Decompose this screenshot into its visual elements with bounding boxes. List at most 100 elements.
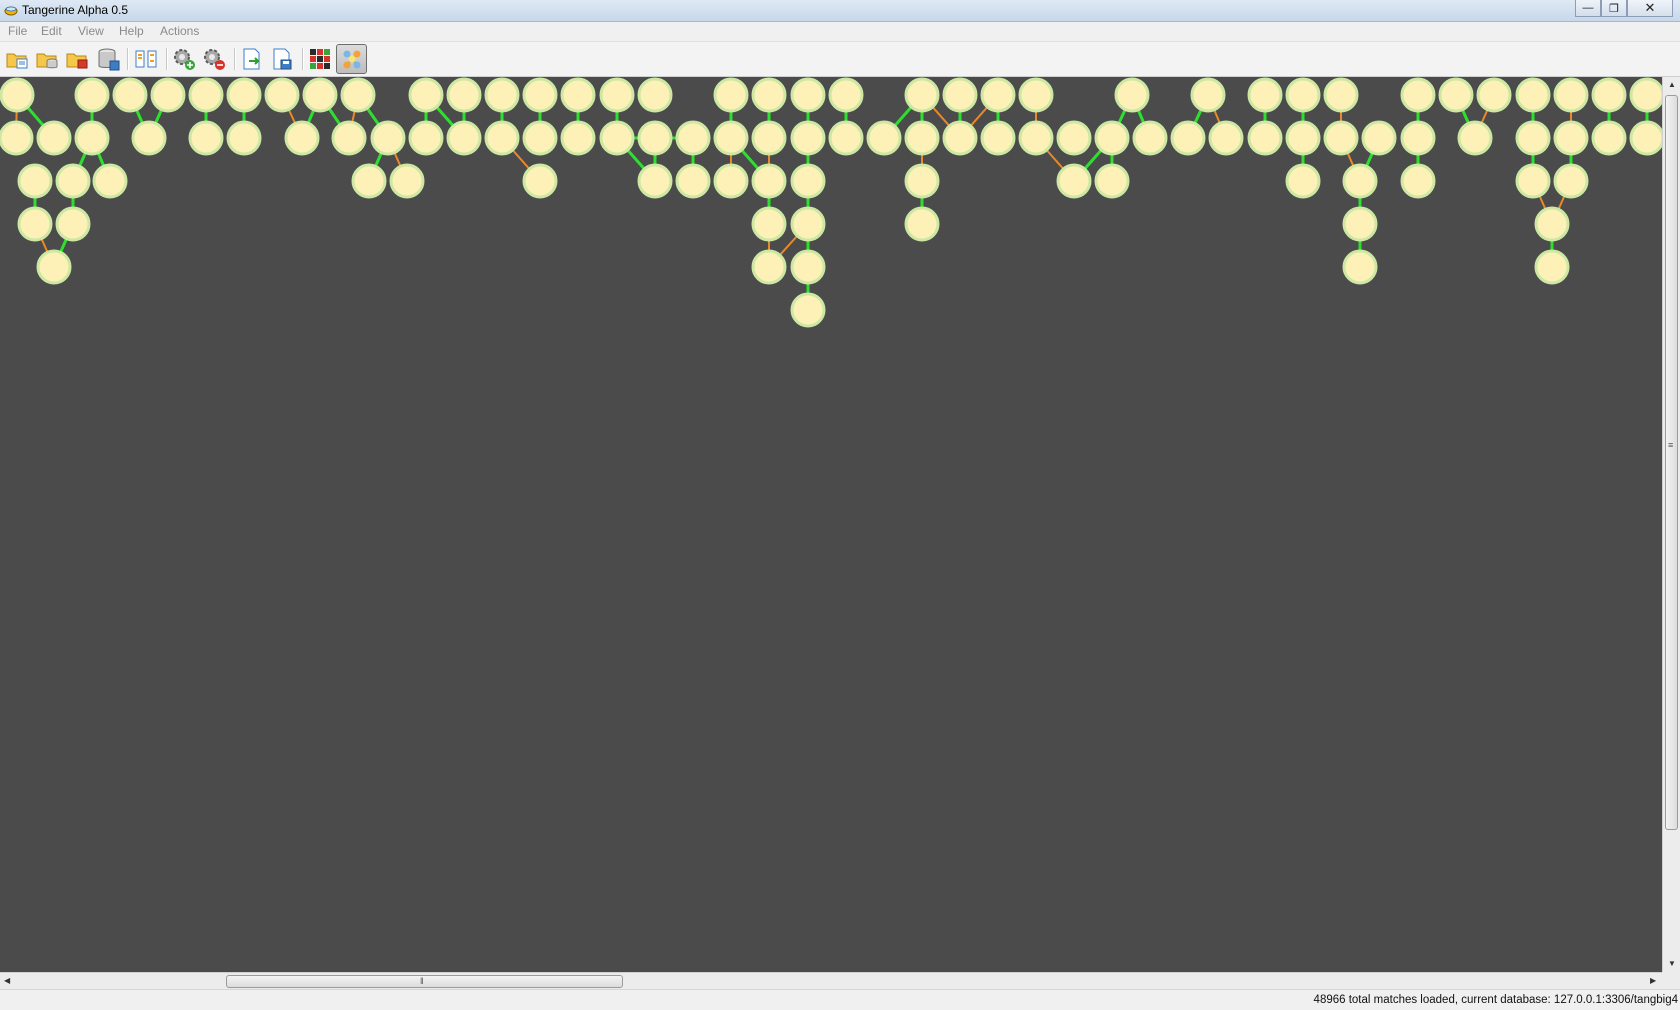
graph-node[interactable]	[226, 120, 262, 156]
graph-node[interactable]	[637, 120, 673, 156]
graph-node[interactable]	[1361, 120, 1397, 156]
graph-node[interactable]	[790, 249, 826, 285]
open-folder-button[interactable]	[3, 45, 31, 73]
graph-node[interactable]	[1190, 77, 1226, 113]
menu-actions[interactable]: Actions	[160, 24, 199, 38]
graph-node[interactable]	[1094, 163, 1130, 199]
graph-node[interactable]	[389, 163, 425, 199]
restore-button[interactable]: ❐	[1601, 0, 1627, 17]
graph-node[interactable]	[0, 77, 35, 113]
graph-node[interactable]	[1285, 77, 1321, 113]
graph-node[interactable]	[790, 120, 826, 156]
graph-node[interactable]	[1400, 163, 1436, 199]
graph-node[interactable]	[1018, 77, 1054, 113]
menu-view[interactable]: View	[78, 24, 104, 38]
graph-node[interactable]	[1591, 77, 1627, 113]
graph-node[interactable]	[1476, 77, 1512, 113]
graph-node[interactable]	[904, 163, 940, 199]
graph-node[interactable]	[1534, 206, 1570, 242]
graph-node[interactable]	[17, 206, 53, 242]
graph-node[interactable]	[1515, 163, 1551, 199]
graph-node[interactable]	[92, 163, 128, 199]
vertical-scrollbar[interactable]: ▲ ≡ ▼	[1662, 77, 1680, 972]
scroll-right-arrow-icon[interactable]: ▶	[1650, 976, 1656, 985]
graph-node[interactable]	[446, 77, 482, 113]
graph-node[interactable]	[150, 77, 186, 113]
graph-view-button[interactable]	[336, 44, 367, 74]
color-grid-button[interactable]	[306, 45, 334, 73]
graph-node[interactable]	[1056, 120, 1092, 156]
graph-node[interactable]	[1534, 249, 1570, 285]
horizontal-scrollbar[interactable]: ◀ ‖ ▶	[0, 972, 1662, 989]
graph-node[interactable]	[942, 120, 978, 156]
graph-node[interactable]	[751, 120, 787, 156]
graph-node[interactable]	[1323, 77, 1359, 113]
graph-node[interactable]	[713, 77, 749, 113]
graph-node[interactable]	[1285, 163, 1321, 199]
scroll-up-arrow-icon[interactable]: ▲	[1668, 80, 1676, 89]
remove-settings-button[interactable]	[200, 45, 228, 73]
graph-node[interactable]	[74, 120, 110, 156]
graph-node[interactable]	[599, 120, 635, 156]
graph-node[interactable]	[74, 77, 110, 113]
graph-node[interactable]	[1094, 120, 1130, 156]
open-database-folder-button[interactable]	[33, 45, 61, 73]
graph-node[interactable]	[1553, 77, 1589, 113]
graph-node[interactable]	[1056, 163, 1092, 199]
graph-node[interactable]	[790, 206, 826, 242]
graph-node[interactable]	[1553, 163, 1589, 199]
graph-canvas[interactable]	[0, 77, 1665, 972]
graph-node[interactable]	[36, 120, 72, 156]
graph-node[interactable]	[331, 120, 367, 156]
graph-node[interactable]	[1208, 120, 1244, 156]
graph-node[interactable]	[302, 77, 338, 113]
graph-node[interactable]	[1457, 120, 1493, 156]
graph-node[interactable]	[17, 163, 53, 199]
horizontal-scroll-thumb[interactable]: ‖	[226, 975, 623, 988]
graph-node[interactable]	[112, 77, 148, 113]
menu-help[interactable]: Help	[119, 24, 144, 38]
graph-node[interactable]	[284, 120, 320, 156]
graph-node[interactable]	[1285, 120, 1321, 156]
graph-node[interactable]	[1018, 120, 1054, 156]
graph-node[interactable]	[55, 206, 91, 242]
graph-node[interactable]	[226, 77, 262, 113]
graph-node[interactable]	[1515, 77, 1551, 113]
graph-node[interactable]	[446, 120, 482, 156]
graph-node[interactable]	[637, 77, 673, 113]
graph-node[interactable]	[36, 249, 72, 285]
graph-node[interactable]	[1629, 77, 1665, 113]
graph-node[interactable]	[866, 120, 902, 156]
minimize-button[interactable]: —	[1575, 0, 1601, 17]
graph-node[interactable]	[1247, 120, 1283, 156]
graph-node[interactable]	[790, 163, 826, 199]
graph-node[interactable]	[675, 163, 711, 199]
graph-node[interactable]	[370, 120, 406, 156]
scroll-left-arrow-icon[interactable]: ◀	[4, 976, 10, 985]
graph-node[interactable]	[751, 249, 787, 285]
graph-node[interactable]	[637, 163, 673, 199]
graph-node[interactable]	[188, 77, 224, 113]
graph-node[interactable]	[828, 77, 864, 113]
menu-edit[interactable]: Edit	[41, 24, 62, 38]
graph-node[interactable]	[828, 120, 864, 156]
graph-node[interactable]	[1323, 120, 1359, 156]
graph-node[interactable]	[751, 77, 787, 113]
graph-node[interactable]	[1400, 120, 1436, 156]
graph-node[interactable]	[1438, 77, 1474, 113]
scroll-down-arrow-icon[interactable]: ▼	[1668, 959, 1676, 968]
save-database-button[interactable]	[94, 45, 122, 73]
graph-node[interactable]	[790, 77, 826, 113]
graph-node[interactable]	[1114, 77, 1150, 113]
graph-node[interactable]	[408, 77, 444, 113]
graph-node[interactable]	[1170, 120, 1206, 156]
graph-node[interactable]	[980, 120, 1016, 156]
graph-node[interactable]	[55, 163, 91, 199]
graph-node[interactable]	[340, 77, 376, 113]
graph-node[interactable]	[599, 77, 635, 113]
close-button[interactable]: ✕	[1627, 0, 1673, 17]
match-graph[interactable]	[0, 77, 1665, 972]
graph-node[interactable]	[522, 77, 558, 113]
graph-node[interactable]	[0, 120, 34, 156]
graph-node[interactable]	[1247, 77, 1283, 113]
